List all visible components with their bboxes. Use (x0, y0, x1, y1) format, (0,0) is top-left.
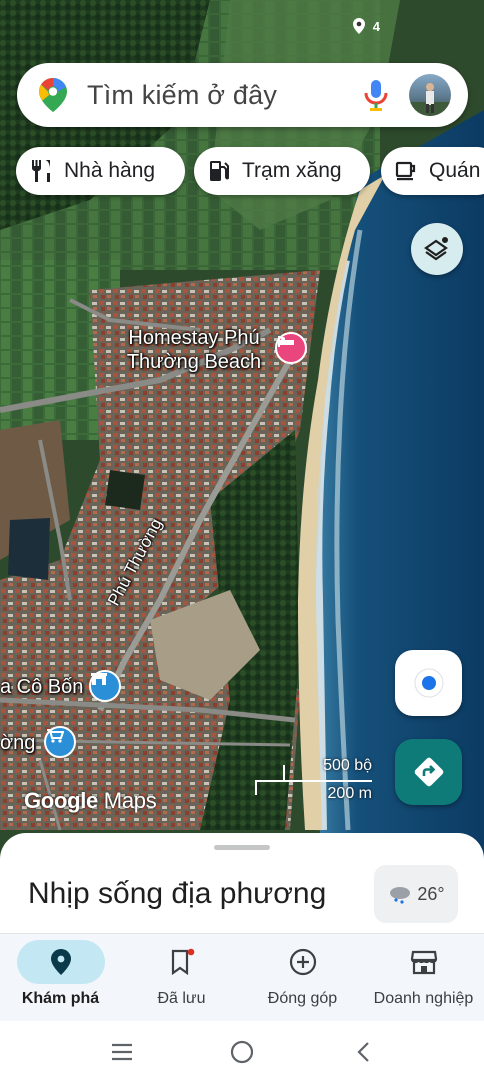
layers-icon (424, 237, 448, 261)
bottom-navigation: Khám phá Đã lưu Đóng góp Doanh nghiệp (0, 933, 484, 1021)
map-scale: 500 bộ 200 m (255, 757, 373, 805)
gas-station-icon (210, 161, 229, 181)
shop-marker-icon[interactable] (89, 670, 121, 702)
my-location-icon (414, 668, 443, 698)
nav-explore-pill (16, 940, 105, 984)
search-bar[interactable]: Tìm kiếm ở đây (17, 63, 468, 127)
nav-saved-pill (138, 940, 226, 984)
explore-sheet[interactable]: Nhịp sống địa phương 26° (0, 833, 484, 938)
back-button[interactable] (348, 1037, 378, 1067)
nav-business[interactable]: Doanh nghiệp (363, 934, 484, 1022)
hotel-marker-icon[interactable] (275, 332, 307, 364)
weather-widget[interactable]: 26° (374, 865, 458, 923)
sheet-title: Nhịp sống địa phương (28, 877, 327, 910)
sheet-drag-handle[interactable] (214, 845, 270, 850)
avatar[interactable] (409, 74, 451, 116)
cafe-icon (395, 161, 416, 181)
nav-contribute[interactable]: Đóng góp (242, 934, 363, 1022)
nav-saved-label: Đã lưu (157, 990, 206, 1007)
nav-saved[interactable]: Đã lưu (121, 934, 242, 1022)
nav-contribute-pill (259, 940, 347, 984)
temperature-label: 26° (417, 883, 445, 904)
status-bar: 4 (352, 18, 380, 34)
chip-gas-stations[interactable]: Trạm xăng (194, 147, 370, 195)
cart-marker-icon[interactable] (44, 726, 76, 758)
chip-label: Trạm xăng (242, 159, 342, 182)
chip-label: Quán (429, 159, 481, 182)
directions-icon (414, 757, 443, 787)
chip-label: Nhà hàng (64, 159, 156, 182)
poi-homestay-label[interactable]: Homestay Phú Thường Beach (118, 326, 270, 374)
logo-maps: Maps (103, 788, 157, 813)
scale-metric: 200 m (327, 785, 372, 802)
recent-apps-button[interactable] (107, 1037, 137, 1067)
chip-restaurants[interactable]: Nhà hàng (16, 147, 185, 195)
menu-icon (112, 1043, 132, 1061)
add-circle-icon (289, 948, 316, 976)
nav-explore-label: Khám phá (21, 990, 100, 1007)
restaurant-icon (32, 160, 50, 182)
google-maps-logo: Google Maps (24, 788, 157, 814)
search-input[interactable]: Tìm kiếm ở đây (87, 80, 363, 111)
scale-imperial: 500 bộ (323, 757, 372, 774)
weather-icon (390, 887, 411, 904)
directions-button[interactable] (395, 739, 462, 805)
microphone-icon[interactable] (363, 78, 389, 112)
back-chevron-icon (357, 1042, 369, 1062)
storefront-icon (410, 950, 437, 975)
nav-business-pill (380, 940, 468, 984)
nav-contribute-label: Đóng góp (267, 990, 338, 1007)
home-circle-icon (230, 1040, 254, 1064)
logo-google: Google (24, 788, 98, 813)
poi-market-label[interactable]: ờng (0, 732, 35, 755)
system-navigation-bar (0, 1021, 484, 1080)
nav-business-label: Doanh nghiệp (373, 990, 474, 1007)
poi-shop-label[interactable]: a Cô Bốn (0, 676, 83, 699)
maps-pin-icon (39, 78, 67, 112)
status-indicator: 4 (372, 18, 380, 34)
location-status-icon (352, 18, 365, 34)
layers-button[interactable] (411, 223, 463, 275)
nav-explore[interactable]: Khám phá (0, 934, 121, 1022)
my-location-button[interactable] (395, 650, 462, 716)
home-button[interactable] (227, 1037, 257, 1067)
bookmark-icon (171, 948, 194, 976)
chip-cafes[interactable]: Quán (381, 147, 484, 195)
location-pin-icon (50, 949, 71, 975)
